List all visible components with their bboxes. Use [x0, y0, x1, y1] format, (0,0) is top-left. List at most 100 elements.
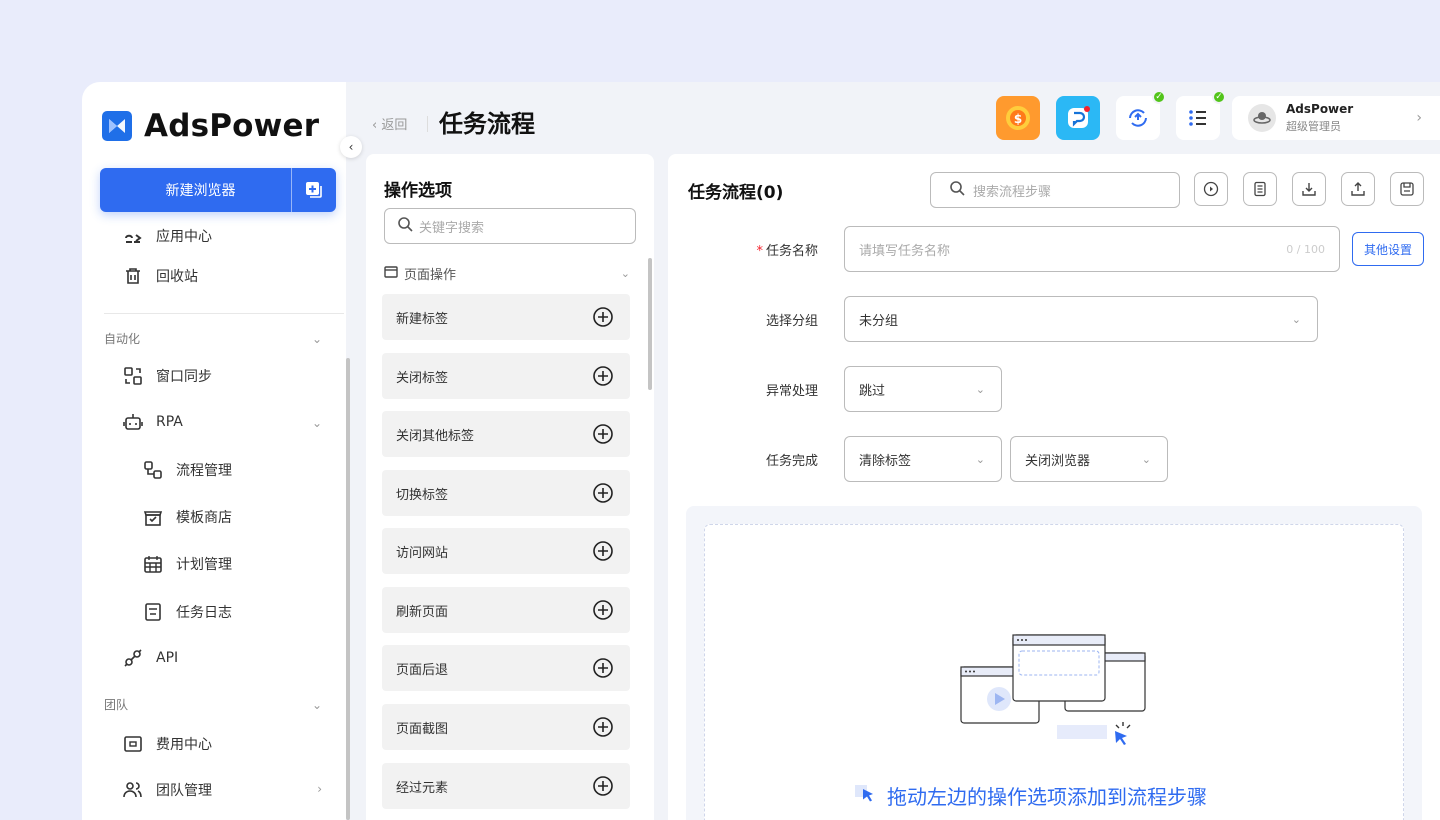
- sidebar-item-label: RPA: [156, 414, 183, 430]
- save-icon[interactable]: [1390, 172, 1424, 206]
- chevron-down-icon: ⌄: [620, 267, 630, 280]
- sidebar-item-rpa[interactable]: RPA: [122, 410, 183, 434]
- ops-group-page-actions[interactable]: 页面操作 ⌄: [384, 264, 630, 283]
- sidebar-item-window-sync[interactable]: 窗口同步: [122, 364, 212, 388]
- op-item-label: 经过元素: [396, 780, 449, 796]
- header-icons: $ ✓ ✓: [996, 90, 1226, 140]
- op-item[interactable]: 页面截图: [382, 704, 630, 750]
- task-name-input[interactable]: 请填写任务名称 0 / 100: [844, 226, 1340, 272]
- avatar: [1248, 104, 1276, 132]
- complete-select-browser[interactable]: 关闭浏览器 ⌄: [1010, 436, 1168, 482]
- add-circle-icon[interactable]: [592, 540, 614, 562]
- op-item[interactable]: 页面后退: [382, 645, 630, 691]
- new-browser-label: 新建浏览器: [165, 183, 236, 199]
- drag-illustration-icon: [960, 634, 1146, 745]
- batch-add-icon[interactable]: [292, 180, 336, 200]
- import-icon[interactable]: [1292, 172, 1326, 206]
- add-circle-icon[interactable]: [592, 482, 614, 504]
- sync-status-icon[interactable]: ✓: [1116, 90, 1166, 140]
- complete-label: 任务完成: [765, 454, 818, 469]
- ops-group-label: 页面操作: [404, 268, 457, 283]
- document-icon[interactable]: [1243, 172, 1277, 206]
- group-select[interactable]: 未分组 ⌄: [844, 296, 1318, 342]
- task-name-label: * 任务名称: [718, 240, 818, 259]
- drop-hint: 拖动左边的操作选项添加到流程步骤: [855, 781, 1207, 810]
- chevron-down-icon[interactable]: ⌄: [312, 332, 322, 346]
- new-browser-button[interactable]: 新建浏览器: [100, 168, 336, 212]
- collapse-sidebar-icon[interactable]: ‹: [340, 136, 362, 158]
- exception-value: 跳过: [859, 383, 886, 399]
- sidebar-item-flow-management[interactable]: 流程管理: [142, 458, 232, 482]
- sidebar-item-label: 流程管理: [176, 463, 232, 479]
- user-name: AdsPower: [1286, 102, 1354, 116]
- page-title: 任务流程: [439, 110, 535, 138]
- flow-search-input[interactable]: 搜索流程步骤: [930, 172, 1180, 208]
- window-sync-icon: [122, 365, 144, 387]
- user-menu[interactable]: AdsPower 超级管理员 ›: [1232, 96, 1440, 140]
- op-item[interactable]: 访问网站: [382, 528, 630, 574]
- group-label: 选择分组: [765, 314, 818, 329]
- sidebar-item-label: 任务日志: [176, 605, 232, 621]
- sidebar-item-template-store[interactable]: 模板商店: [142, 505, 232, 529]
- sidebar-item-task-log[interactable]: 任务日志: [142, 600, 232, 624]
- cursor-icon: [855, 784, 873, 801]
- other-settings-button[interactable]: 其他设置: [1352, 232, 1424, 266]
- chevron-down-icon[interactable]: ⌄: [312, 698, 322, 712]
- check-badge-icon: ✓: [1152, 90, 1166, 104]
- add-circle-icon[interactable]: [592, 657, 614, 679]
- sidebar-item-label: API: [156, 650, 179, 666]
- ops-search-input[interactable]: 关键字搜索: [384, 208, 636, 244]
- sidebar-item-label: 费用中心: [156, 737, 212, 753]
- store-icon: [142, 506, 164, 528]
- sidebar-item-schedule[interactable]: 计划管理: [142, 552, 232, 576]
- coin-rewards-icon[interactable]: $: [996, 96, 1040, 140]
- export-icon[interactable]: [1341, 172, 1375, 206]
- add-circle-icon[interactable]: [592, 716, 614, 738]
- ops-scrollbar[interactable]: [648, 258, 652, 390]
- back-link[interactable]: ‹ 返回: [372, 114, 407, 133]
- logo: AdsPower: [102, 108, 319, 144]
- add-circle-icon[interactable]: [592, 423, 614, 445]
- sidebar-item-team-management[interactable]: 团队管理: [122, 778, 212, 802]
- section-team[interactable]: 团队: [104, 696, 128, 713]
- sidebar-item-api[interactable]: API: [122, 646, 178, 670]
- assistant-app-icon[interactable]: [1056, 96, 1100, 140]
- chevron-down-icon: ⌄: [975, 452, 985, 466]
- exception-select[interactable]: 跳过 ⌄: [844, 366, 1002, 412]
- flow-search-placeholder: 搜索流程步骤: [973, 184, 1052, 200]
- add-circle-icon[interactable]: [592, 775, 614, 797]
- sidebar-item-label: 计划管理: [176, 557, 232, 573]
- sidebar-scrollbar[interactable]: [346, 358, 350, 820]
- task-list-icon[interactable]: ✓: [1176, 90, 1226, 140]
- sidebar-item-label: 模板商店: [176, 510, 232, 526]
- op-item[interactable]: 切换标签: [382, 470, 630, 516]
- api-icon: [122, 647, 144, 669]
- op-item[interactable]: 刷新页面: [382, 587, 630, 633]
- chevron-down-icon[interactable]: ⌄: [312, 416, 322, 430]
- team-icon: [122, 779, 144, 801]
- complete-select-tabs[interactable]: 清除标签 ⌄: [844, 436, 1002, 482]
- chevron-down-icon: ⌄: [975, 382, 985, 396]
- check-badge-icon: ✓: [1212, 90, 1226, 104]
- char-counter: 0 / 100: [1286, 242, 1325, 256]
- sidebar-item-billing[interactable]: 费用中心: [122, 732, 212, 756]
- user-info: AdsPower 超级管理员: [1286, 102, 1353, 134]
- add-circle-icon[interactable]: [592, 306, 614, 328]
- op-item[interactable]: 新建标签: [382, 294, 630, 340]
- drop-zone[interactable]: 拖动左边的操作选项添加到流程步骤: [704, 524, 1404, 820]
- log-icon: [142, 601, 164, 623]
- op-item[interactable]: 关闭其他标签: [382, 411, 630, 457]
- robot-icon: [122, 411, 144, 433]
- op-item[interactable]: 关闭标签: [382, 353, 630, 399]
- sidebar-item-label: 窗口同步: [156, 369, 212, 385]
- add-circle-icon[interactable]: [592, 365, 614, 387]
- run-icon[interactable]: [1194, 172, 1228, 206]
- chevron-right-icon[interactable]: ›: [317, 782, 322, 796]
- section-automation[interactable]: 自动化: [104, 330, 140, 347]
- op-item-label: 访问网站: [396, 545, 449, 561]
- ops-search-placeholder: 关键字搜索: [419, 220, 485, 236]
- op-item[interactable]: 经过元素: [382, 763, 630, 809]
- sidebar-item-trash[interactable]: 回收站: [122, 264, 198, 288]
- sidebar-item-app-center[interactable]: 应用中心: [122, 224, 212, 248]
- add-circle-icon[interactable]: [592, 599, 614, 621]
